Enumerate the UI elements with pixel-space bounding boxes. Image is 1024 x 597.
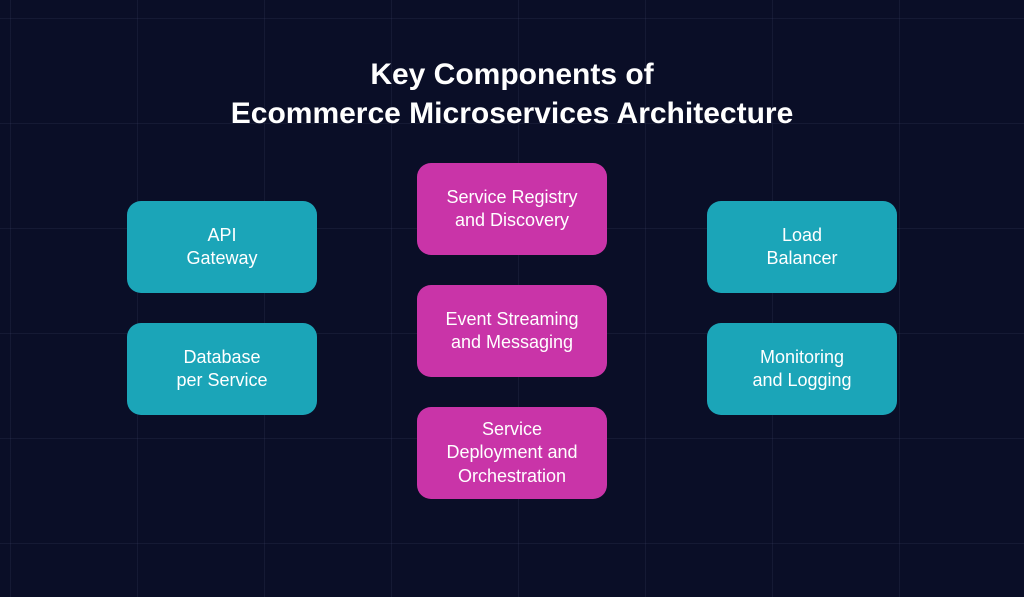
box-label: Database per Service — [176, 346, 267, 393]
box-label: Monitoring and Logging — [752, 346, 851, 393]
load-balancer-box: Load Balancer — [707, 201, 897, 293]
left-column: API Gateway Database per Service — [127, 201, 317, 415]
right-column: Load Balancer Monitoring and Logging — [707, 201, 897, 415]
box-label: Load Balancer — [766, 224, 837, 271]
columns-wrapper: API Gateway Database per Service Service… — [0, 163, 1024, 499]
middle-column: Service Registry and Discovery Event Str… — [417, 163, 607, 499]
service-deployment-box: Service Deployment and Orchestration — [417, 407, 607, 499]
database-per-service-box: Database per Service — [127, 323, 317, 415]
box-label: Event Streaming and Messaging — [445, 308, 578, 355]
api-gateway-box: API Gateway — [127, 201, 317, 293]
title-line-2: Ecommerce Microservices Architecture — [231, 97, 794, 130]
service-registry-box: Service Registry and Discovery — [417, 163, 607, 255]
diagram-title: Key Components of Ecommerce Microservice… — [0, 55, 1024, 133]
monitoring-logging-box: Monitoring and Logging — [707, 323, 897, 415]
box-label: API Gateway — [186, 224, 257, 271]
box-label: Service Deployment and Orchestration — [446, 418, 577, 488]
title-line-1: Key Components of — [370, 58, 653, 91]
box-label: Service Registry and Discovery — [446, 186, 577, 233]
diagram-container: Key Components of Ecommerce Microservice… — [0, 0, 1024, 597]
event-streaming-box: Event Streaming and Messaging — [417, 285, 607, 377]
